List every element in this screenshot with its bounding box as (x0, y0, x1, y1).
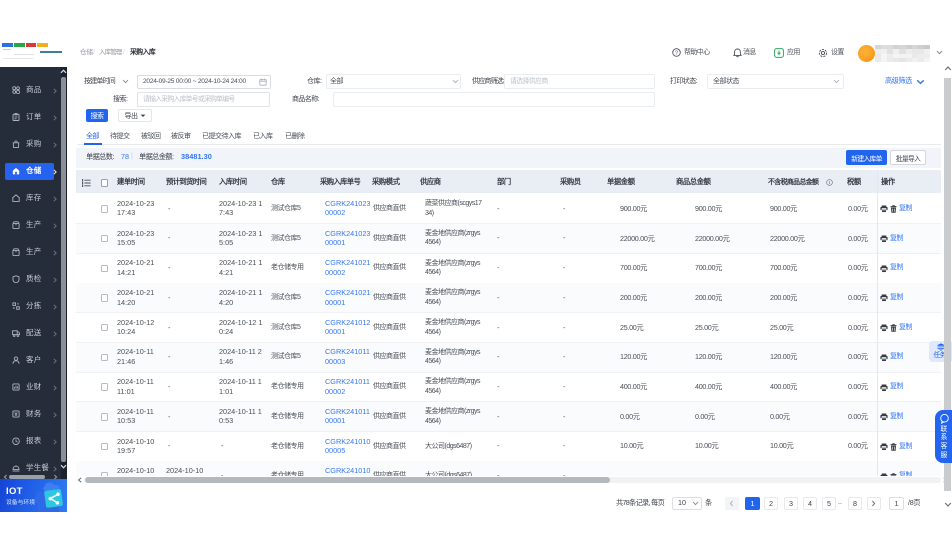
svg-text:?: ? (675, 51, 678, 57)
